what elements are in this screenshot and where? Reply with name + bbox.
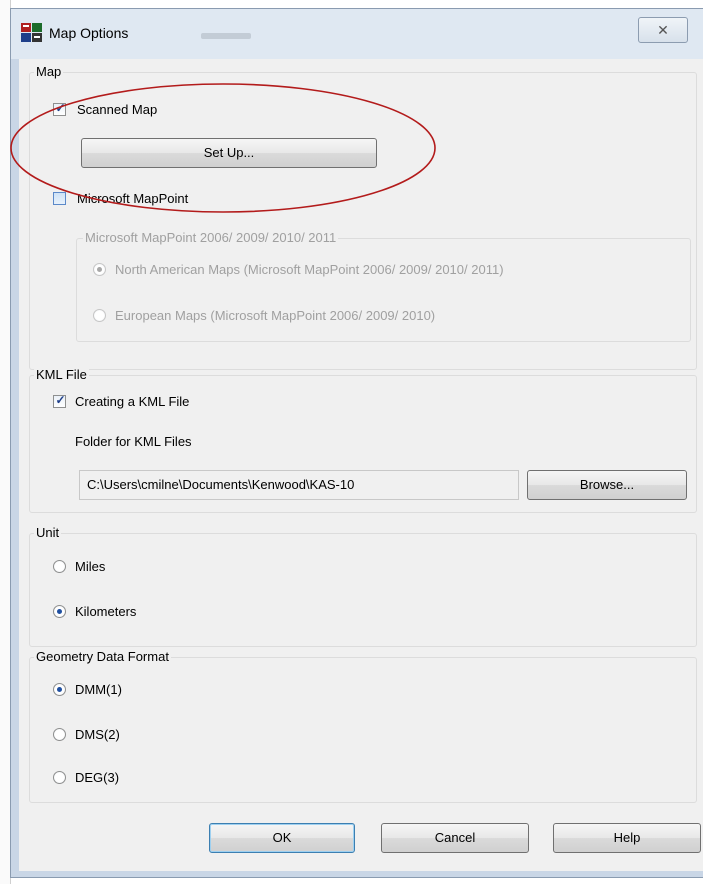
- dialog-client-area: Map ✓ Scanned Map Set Up... Microsoft Ma…: [19, 59, 703, 871]
- ok-button[interactable]: OK: [209, 823, 355, 853]
- cancel-button[interactable]: Cancel: [381, 823, 529, 853]
- check-icon: ✓: [55, 393, 66, 407]
- map-options-dialog: Map Options ✕ Map ✓ Scanned Map Set Up..…: [10, 8, 703, 878]
- deg-label: DEG(3): [75, 770, 120, 785]
- scanned-map-checkbox[interactable]: ✓: [53, 101, 66, 116]
- radio-selected-dot: [57, 687, 62, 692]
- create-kml-checkbox[interactable]: ✓: [53, 393, 66, 408]
- deg-radio[interactable]: [53, 771, 66, 784]
- miles-radio[interactable]: [53, 560, 66, 573]
- miles-label: Miles: [75, 559, 106, 574]
- radio-selected-dot: [57, 609, 62, 614]
- window-title: Map Options: [49, 25, 129, 41]
- dmm-label: DMM(1): [75, 682, 122, 697]
- kilometers-radio[interactable]: [53, 605, 66, 618]
- mappoint-version-legend: Microsoft MapPoint 2006/ 2009/ 2010/ 201…: [83, 230, 339, 245]
- mappoint-label: Microsoft MapPoint: [77, 191, 189, 206]
- close-icon: ✕: [657, 22, 669, 38]
- radio-selected-dot: [97, 267, 102, 272]
- background-blur: [201, 33, 251, 39]
- dms-radio[interactable]: [53, 728, 66, 741]
- mappoint-checkbox[interactable]: [53, 192, 66, 205]
- check-icon: ✓: [55, 101, 66, 115]
- title-bar[interactable]: Map Options ✕: [11, 9, 703, 59]
- dms-label: DMS(2): [75, 727, 120, 742]
- unit-group: Unit: [29, 525, 697, 647]
- north-american-maps-radio[interactable]: [93, 263, 106, 276]
- scanned-map-label: Scanned Map: [77, 102, 158, 117]
- create-kml-label: Creating a KML File: [75, 394, 190, 409]
- kml-group-legend: KML File: [34, 367, 89, 382]
- setup-button[interactable]: Set Up...: [81, 138, 377, 168]
- mappoint-version-group: Microsoft MapPoint 2006/ 2009/ 2010/ 201…: [76, 230, 691, 342]
- geometry-group-legend: Geometry Data Format: [34, 649, 171, 664]
- kml-folder-label: Folder for KML Files: [75, 434, 192, 449]
- kilometers-label: Kilometers: [75, 604, 137, 619]
- map-group-legend: Map: [34, 64, 64, 79]
- kml-folder-field[interactable]: C:\Users\cmilne\Documents\Kenwood\KAS-10: [79, 470, 519, 500]
- unit-group-legend: Unit: [34, 525, 62, 540]
- geometry-group: Geometry Data Format: [29, 649, 697, 803]
- help-button[interactable]: Help: [553, 823, 701, 853]
- app-icon: [21, 23, 42, 42]
- north-american-maps-label: North American Maps (Microsoft MapPoint …: [115, 262, 504, 277]
- european-maps-label: European Maps (Microsoft MapPoint 2006/ …: [115, 308, 436, 323]
- dmm-radio[interactable]: [53, 683, 66, 696]
- browse-button[interactable]: Browse...: [527, 470, 687, 500]
- european-maps-radio[interactable]: [93, 309, 106, 322]
- close-button[interactable]: ✕: [638, 17, 688, 43]
